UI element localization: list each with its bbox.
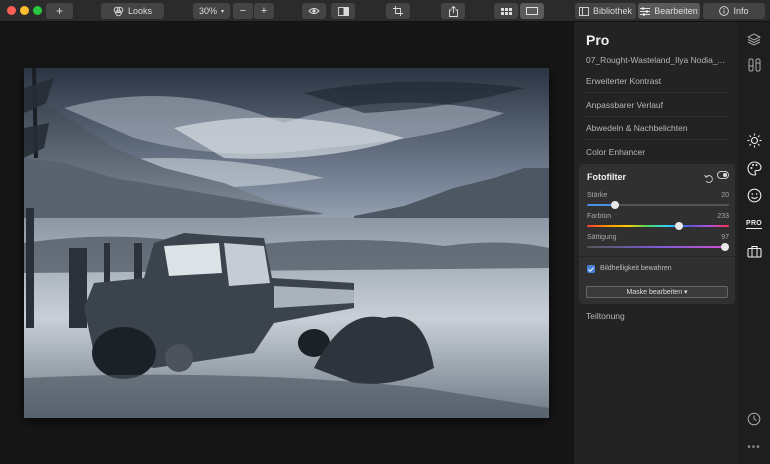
briefcase-icon[interactable]: [746, 243, 762, 259]
filter-label: Color Enhancer: [586, 146, 646, 157]
bearbeiten-label: Bearbeiten: [654, 6, 698, 16]
compare-icon: [337, 6, 349, 16]
eye-icon: [308, 7, 320, 15]
bildhelligkeit-label: Bildhelligkeit bewahren: [600, 265, 672, 272]
zoom-value: 30%: [198, 6, 217, 16]
bibliothek-tab[interactable]: Bibliothek: [575, 3, 636, 19]
filter-label: Abwedeln & Nachbelichten: [586, 123, 688, 133]
close-window-button[interactable]: [7, 6, 16, 15]
filter-erweiterter-kontrast[interactable]: Erweiterter Kontrast: [586, 70, 728, 93]
divider: [579, 256, 735, 257]
filter-color-enhancer[interactable]: Color Enhancer: [586, 140, 728, 163]
looks-label: Looks: [127, 6, 153, 16]
palette-icon[interactable]: [746, 160, 762, 176]
farbton-slider[interactable]: [587, 222, 729, 230]
filter-anpassbarer-verlauf[interactable]: Anpassbarer Verlauf: [586, 94, 728, 117]
adjust-icon[interactable]: [746, 57, 762, 73]
check-icon: [588, 266, 594, 272]
file-name: 07_Rought-Wasteland_Ilya Nodia_...: [586, 55, 725, 65]
reset-icon[interactable]: [704, 171, 714, 183]
fotofilter-title: Fotofilter: [587, 172, 626, 182]
filter-label: Erweiterter Kontrast: [586, 76, 662, 86]
saettigung-slider-handle[interactable]: [720, 243, 729, 251]
tool-rail: PRO •••: [738, 22, 770, 464]
farbton-value: 233: [717, 213, 729, 220]
zoom-window-button[interactable]: [33, 6, 42, 15]
farbton-label: Farbton: [587, 213, 612, 220]
pro-icon[interactable]: PRO: [745, 216, 763, 232]
looks-button[interactable]: Looks: [101, 3, 164, 19]
sun-icon[interactable]: [746, 132, 762, 148]
staerke-value: 20: [721, 192, 729, 199]
bibliothek-label: Bibliothek: [592, 6, 633, 16]
saettigung-value: 97: [721, 234, 729, 241]
saettigung-label: Sättigung: [587, 234, 617, 241]
filter-abwedeln-nachbelichten[interactable]: Abwedeln & Nachbelichten: [586, 117, 728, 140]
share-button[interactable]: [441, 3, 465, 19]
zoom-select[interactable]: 30% ▾: [193, 3, 230, 19]
more-label: •••: [747, 441, 761, 453]
crop-icon: [393, 6, 403, 16]
filter-label: Anpassbarer Verlauf: [586, 100, 664, 110]
crop-button[interactable]: [386, 3, 410, 19]
zoom-out-button[interactable]: −: [233, 3, 253, 19]
zoom-in-button[interactable]: +: [254, 3, 274, 19]
zoom-plus-label: +: [260, 5, 268, 17]
staerke-slider-handle[interactable]: [611, 201, 620, 209]
more-icon[interactable]: •••: [746, 439, 762, 455]
grid-view-button[interactable]: [494, 3, 518, 19]
info-icon: [719, 6, 730, 16]
face-icon[interactable]: [746, 187, 762, 203]
minimize-window-button[interactable]: [20, 6, 29, 15]
staerke-label: Stärke: [587, 192, 608, 199]
preview-button[interactable]: [302, 3, 326, 19]
maske-bearbeiten-label: Maske bearbeiten ▾: [626, 289, 688, 296]
farbton-slider-handle[interactable]: [675, 222, 684, 230]
single-view-button[interactable]: [520, 3, 544, 19]
layers-icon[interactable]: [746, 31, 762, 47]
compare-button[interactable]: [331, 3, 355, 19]
grid-icon: [500, 7, 512, 15]
toggle-knob: [723, 173, 727, 177]
looks-icon: [113, 6, 124, 17]
staerke-slider[interactable]: [587, 201, 729, 209]
add-label: +: [55, 4, 63, 18]
single-view-icon: [526, 7, 538, 15]
edit-panel: Pro 07_Rought-Wasteland_Ilya Nodia_... E…: [573, 22, 738, 464]
bearbeiten-tab[interactable]: Bearbeiten: [638, 3, 700, 19]
sliders-icon: [640, 6, 651, 16]
saettigung-slider[interactable]: [587, 243, 729, 251]
fotofilter-card: Fotofilter Stärke 20 Farbton 233 Sättigu…: [579, 164, 735, 304]
panel-title: Pro: [586, 32, 610, 48]
chevron-down-icon: ▾: [221, 8, 225, 15]
library-icon: [579, 6, 589, 16]
pro-label: PRO: [745, 219, 763, 229]
maske-bearbeiten-button[interactable]: Maske bearbeiten ▾: [586, 286, 728, 298]
filter-teiltonung[interactable]: Teiltonung: [586, 311, 625, 321]
zoom-minus-label: −: [239, 5, 247, 17]
history-icon[interactable]: [746, 411, 762, 427]
share-icon: [448, 5, 458, 17]
toolbar: + Looks 30% ▾ − + Bibliothek Bearbeiten …: [0, 0, 770, 22]
filter-visibility-toggle[interactable]: [717, 171, 729, 179]
info-tab[interactable]: Info: [703, 3, 765, 19]
info-label: Info: [733, 6, 749, 16]
add-button[interactable]: +: [46, 3, 73, 19]
bildhelligkeit-checkbox[interactable]: [587, 265, 595, 273]
image-canvas[interactable]: [0, 22, 573, 464]
photo-preview[interactable]: [24, 68, 549, 418]
